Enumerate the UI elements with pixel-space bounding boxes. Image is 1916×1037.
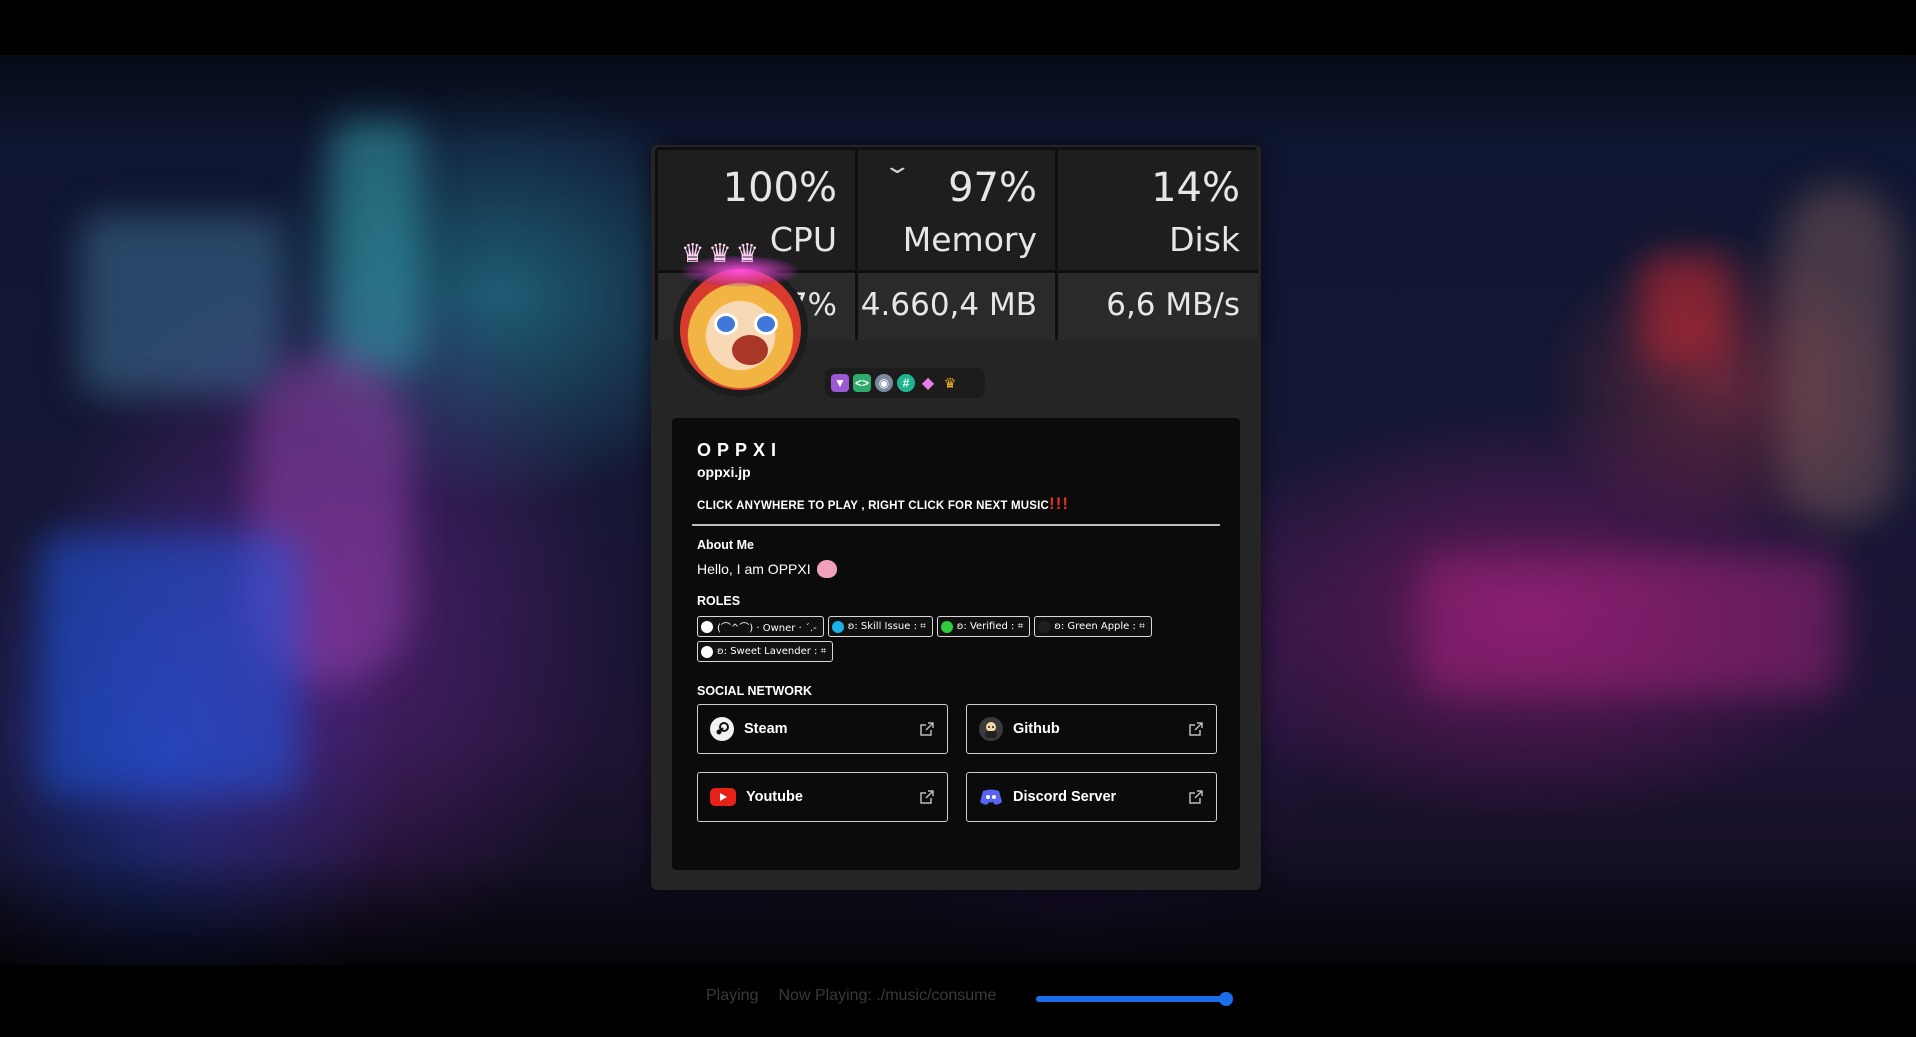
role-owner[interactable]: (⌒^⌒) · Owner · ´.- <box>697 616 824 637</box>
steam-icon <box>710 717 734 741</box>
youtube-link-button[interactable]: Youtube <box>697 772 948 822</box>
role-label: ʚ: Skill Issue : ⌗ <box>847 621 926 632</box>
volume-slider-thumb[interactable] <box>1219 992 1233 1006</box>
role-label: ʚ: Green Apple : ⌗ <box>1054 621 1145 632</box>
disk-stat: 14% Disk <box>1058 150 1258 270</box>
role-sweet-lavender[interactable]: ʚ: Sweet Lavender : ⌗ <box>697 641 834 662</box>
roles-list: (⌒^⌒) · Owner · ´.- ʚ: Skill Issue : ⌗ ʚ… <box>697 616 1217 662</box>
avatar-frame: ♛♛♛ <box>665 238 815 397</box>
youtube-icon <box>710 788 736 806</box>
divider <box>692 524 1220 526</box>
role-skill-issue[interactable]: ʚ: Skill Issue : ⌗ <box>827 616 933 637</box>
gem-icon[interactable]: ◆ <box>919 374 937 392</box>
role-color-dot <box>701 645 713 658</box>
tagline: CLICK ANYWHERE TO PLAY , RIGHT CLICK FOR… <box>697 494 1215 514</box>
username: oppxi.jp <box>697 464 751 480</box>
memory-stat: ⌄ 97% Memory <box>858 150 1058 270</box>
roles-title: ROLES <box>697 594 741 608</box>
external-link-icon <box>920 722 934 736</box>
disk-label: Disk <box>1169 220 1240 259</box>
profile-panel: OPPXI oppxi.jp CLICK ANYWHERE TO PLAY , … <box>672 418 1240 870</box>
github-icon <box>979 717 1003 741</box>
memory-sub-value: 4.660,4 MB <box>858 270 1058 340</box>
hashtag-icon[interactable]: # <box>897 374 915 392</box>
disk-sub-value: 6,6 MB/s <box>1058 270 1258 340</box>
disk-percent: 14% <box>1151 165 1240 211</box>
pink-bubble-icon <box>816 560 837 578</box>
tagline-text: CLICK ANYWHERE TO PLAY , RIGHT CLICK FOR… <box>697 500 1050 512</box>
memory-label: Memory <box>902 220 1037 259</box>
github-label: Github <box>1013 721 1060 737</box>
role-label: (⌒^⌒) · Owner · ´.- <box>717 623 817 634</box>
youtube-label: Youtube <box>746 789 803 805</box>
role-color-dot <box>940 620 953 633</box>
crown-icon[interactable]: ♛ <box>941 374 959 392</box>
role-color-dot <box>1038 620 1051 633</box>
nitro-boost-icon[interactable]: ◉ <box>875 374 893 392</box>
role-verified[interactable]: ʚ: Verified : ⌗ <box>936 616 1031 637</box>
role-green-apple[interactable]: ʚ: Green Apple : ⌗ <box>1034 616 1152 637</box>
role-color-dot <box>831 620 844 633</box>
volume-slider[interactable] <box>1036 992 1236 1006</box>
github-link-button[interactable]: Github <box>966 704 1217 754</box>
discord-icon <box>979 785 1003 809</box>
steam-link-button[interactable]: Steam <box>697 704 948 754</box>
about-me-title: About Me <box>697 538 754 552</box>
cpu-percent: 100% <box>722 165 837 211</box>
role-color-dot <box>701 620 713 633</box>
about-me-text: Hello, I am OPPXI <box>697 560 1215 578</box>
role-label: ʚ: Verified : ⌗ <box>956 621 1024 632</box>
discord-link-button[interactable]: Discord Server <box>966 772 1217 822</box>
avatar-eye <box>754 313 778 335</box>
avatar-eye <box>714 313 738 335</box>
avatar-mouth <box>732 335 768 365</box>
social-links: Steam Github Youtube Discord Server <box>697 704 1217 822</box>
crown-decoration-icon: ♛♛♛ <box>681 238 763 268</box>
hypesquad-icon[interactable]: ▼ <box>831 374 849 392</box>
volume-slider-track[interactable] <box>1036 996 1226 1002</box>
active-developer-icon[interactable]: <> <box>853 374 871 392</box>
player-status[interactable]: Playing <box>706 987 758 1005</box>
tagline-emphasis: !!! <box>1049 494 1070 513</box>
role-label: ʚ: Sweet Lavender : ⌗ <box>717 646 827 657</box>
display-name: OPPXI <box>697 440 783 460</box>
discord-label: Discord Server <box>1013 789 1117 805</box>
music-player: Playing Now Playing: ./music/consume <box>706 987 996 1005</box>
social-network-title: SOCIAL NETWORK <box>697 684 813 698</box>
chevron-down-icon[interactable]: ⌄ <box>882 154 912 179</box>
external-link-icon <box>920 790 934 804</box>
external-link-icon <box>1189 790 1203 804</box>
steam-label: Steam <box>744 721 788 737</box>
external-link-icon <box>1189 722 1203 736</box>
profile-badges: ▼ <> ◉ # ◆ ♛ <box>825 368 985 398</box>
now-playing-text: Now Playing: ./music/consume <box>778 987 997 1004</box>
about-me-body: Hello, I am OPPXI <box>697 561 811 577</box>
